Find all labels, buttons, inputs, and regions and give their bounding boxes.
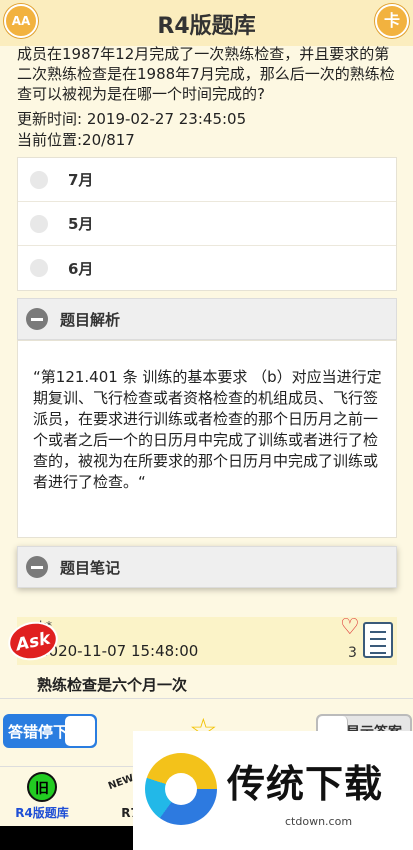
question-text: 成员在1987年12月完成了一次熟练检查，并且要求的第二次熟练检查是在1988年…	[17, 45, 395, 103]
header-bar: AA R4版题库 卡	[0, 0, 413, 46]
analysis-header[interactable]: 题目解析	[17, 298, 397, 340]
tab-r4[interactable]: 旧 R4版题库	[0, 767, 92, 827]
option-label: 7月	[68, 171, 94, 189]
note-time: 2020-11-07 15:48:00	[39, 642, 199, 660]
ad-url: ctdown.com	[285, 815, 353, 828]
toggle-knob	[65, 716, 95, 746]
option-list: 7月 5月 6月	[17, 157, 397, 291]
note-text: 熟练检查是六个月一次	[37, 676, 188, 694]
tab-label: R4版题库	[15, 806, 69, 820]
download-logo-icon	[145, 753, 217, 825]
collapse-icon	[26, 308, 48, 330]
old-icon: 旧	[27, 772, 57, 802]
page-title: R4版题库	[157, 14, 256, 39]
ad-banner[interactable]: 传统下载 ctdown.com	[133, 731, 413, 850]
analysis-title: 题目解析	[60, 310, 121, 329]
note-item: k* 2020-11-07 15:48:00 ♡ 3 熟练检查是六个月一次	[17, 615, 397, 699]
heart-icon[interactable]: ♡	[340, 615, 360, 640]
radio-icon	[30, 259, 48, 277]
analysis-body: “第121.401 条 训练的基本要求 （b）对应当进行定期复训、飞行检查或者资…	[17, 340, 397, 538]
radio-icon	[30, 214, 48, 233]
notebook-icon[interactable]	[363, 622, 393, 658]
answer-card-button[interactable]: 卡	[375, 4, 409, 38]
option-item[interactable]: 7月	[18, 158, 396, 202]
stop-on-wrong-toggle[interactable]: 答错停下	[3, 714, 97, 748]
option-label: 5月	[68, 215, 94, 233]
notes-title: 题目笔记	[60, 558, 121, 577]
option-label: 6月	[68, 259, 94, 278]
collapse-icon	[26, 556, 48, 578]
update-time: 更新时间: 2019-02-27 23:45:05	[17, 110, 247, 128]
question-position: 当前位置:20/817	[17, 131, 135, 149]
option-item[interactable]: 6月	[18, 246, 396, 290]
notes-header[interactable]: 题目笔记	[17, 546, 397, 588]
stop-on-wrong-label: 答错停下	[8, 723, 69, 741]
ad-title: 传统下载	[227, 762, 384, 806]
radio-icon	[30, 170, 48, 189]
like-count: 3	[348, 645, 357, 661]
option-item[interactable]: 5月	[18, 202, 396, 246]
